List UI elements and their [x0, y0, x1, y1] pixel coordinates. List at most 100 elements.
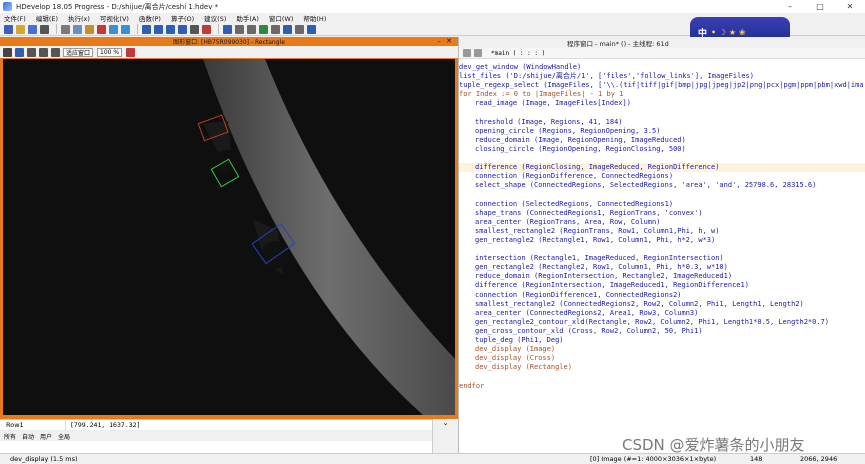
- close-icon[interactable]: ✕: [835, 0, 865, 13]
- app-icon: [3, 2, 12, 11]
- minimize-icon[interactable]: –: [434, 37, 444, 45]
- code-line[interactable]: intersection (Rectangle1, ImageReduced, …: [459, 254, 724, 263]
- histogram-icon[interactable]: [235, 24, 244, 34]
- code-line[interactable]: reduce_domain (Image, RegionOpening, Ima…: [459, 136, 686, 145]
- menu-file[interactable]: 文件(F): [4, 13, 26, 23]
- graphics-window-icon[interactable]: [223, 24, 232, 34]
- cut-icon[interactable]: [61, 24, 70, 34]
- status-count: 148: [750, 455, 763, 463]
- code-line[interactable]: closing_circle (RegionOpening, RegionClo…: [459, 145, 686, 154]
- code-line[interactable]: gen_cross_contour_xld (Cross, Row2, Colu…: [459, 327, 703, 336]
- code-line[interactable]: shape_trans (ConnectedRegions1, RegionTr…: [459, 209, 703, 218]
- tab-global[interactable]: 全局: [58, 432, 70, 441]
- stop-icon[interactable]: [190, 24, 199, 34]
- open-folder-icon[interactable]: [16, 24, 25, 34]
- chevron-down-icon[interactable]: ⌄: [443, 419, 449, 427]
- tab-auto[interactable]: 自动: [22, 432, 34, 441]
- code-line[interactable]: dev_get_window (WindowHandle): [459, 63, 581, 72]
- variable-scrollbar[interactable]: ⌄: [432, 419, 458, 453]
- save-icon[interactable]: [28, 24, 37, 34]
- code-line[interactable]: dev_display (Cross): [459, 354, 555, 363]
- procedure-icon[interactable]: [463, 49, 471, 57]
- new-file-icon[interactable]: [4, 24, 13, 34]
- menu-execute[interactable]: 执行(x): [68, 13, 90, 23]
- edit-interface-icon[interactable]: [474, 49, 482, 57]
- paste-icon[interactable]: [85, 24, 94, 34]
- menu-assistants[interactable]: 助手(A): [236, 13, 259, 23]
- code-line[interactable]: area_center (RegionTrans, Area, Row, Col…: [459, 218, 660, 227]
- procedure-tab[interactable]: *main ( : : : ): [491, 50, 545, 57]
- variable-window: Row1 [799.241, 1637.32] 所有 自动 用户 全局: [0, 419, 432, 453]
- undo-icon[interactable]: [109, 24, 118, 34]
- pointer-icon[interactable]: [15, 47, 24, 57]
- code-line[interactable]: tuple_deg (Phi1, Deg): [459, 336, 564, 345]
- ime-tools-icon: • ☽ ★ ❀: [711, 27, 746, 37]
- code-line[interactable]: difference (RegionIntersection, ImageRed…: [459, 281, 749, 290]
- code-line[interactable]: difference (RegionClosing, ImageReduced,…: [459, 163, 865, 173]
- assistant-icon[interactable]: [307, 24, 316, 34]
- code-line[interactable]: select_shape (ConnectedRegions, Selected…: [459, 181, 816, 190]
- menu-window[interactable]: 窗口(W): [269, 13, 294, 23]
- code-line[interactable]: threshold (Image, Regions, 41, 184): [459, 118, 623, 127]
- watermark: CSDN @爱炸薯条的小朋友: [622, 436, 805, 454]
- code-line[interactable]: dev_display (Rectangle): [459, 363, 572, 372]
- code-line[interactable]: read_image (Image, ImageFiles[Index]): [459, 99, 631, 108]
- code-line[interactable]: connection (RegionDifference1, Connected…: [459, 291, 682, 300]
- tab-all[interactable]: 所有: [4, 432, 16, 441]
- graphics-window-controls: – ✕: [434, 37, 454, 45]
- zoom-window-icon[interactable]: [271, 24, 280, 34]
- line-profile-icon[interactable]: [283, 24, 292, 34]
- code-line[interactable]: tuple_regexp_select (ImageFiles, ['\\.(t…: [459, 81, 865, 90]
- code-line[interactable]: dev_display (Image): [459, 345, 555, 354]
- step-into-icon[interactable]: [166, 24, 175, 34]
- menu-suggestions[interactable]: 建议(S): [204, 13, 226, 23]
- copy-icon[interactable]: [73, 24, 82, 34]
- zoom-icon[interactable]: [39, 47, 48, 57]
- delete-icon[interactable]: [97, 24, 106, 34]
- code-editor[interactable]: dev_get_window (WindowHandle) list_files …: [459, 59, 865, 453]
- maximize-icon[interactable]: □: [805, 0, 835, 13]
- step-out-icon[interactable]: [178, 24, 187, 34]
- reset-icon[interactable]: [202, 24, 211, 34]
- code-line[interactable]: gen_rectangle2_contour_xld(Rectangle, Ro…: [459, 318, 829, 327]
- code-line[interactable]: smallest_rectangle2 (RegionTrans, Row1, …: [459, 227, 719, 236]
- tab-user[interactable]: 用户: [40, 432, 52, 441]
- menu-help[interactable]: 帮助(H): [303, 13, 326, 23]
- code-line[interactable]: reduce_domain (RegionIntersection, Recta…: [459, 272, 732, 281]
- menu-procedures[interactable]: 函数(P): [139, 13, 161, 23]
- menu-visualization[interactable]: 可视化(V): [100, 13, 129, 23]
- clear-window-icon[interactable]: [3, 47, 12, 57]
- variable-row[interactable]: Row1 [799.241, 1637.32]: [0, 419, 432, 431]
- step-over-icon[interactable]: [154, 24, 163, 34]
- zoom-select[interactable]: 100 %: [97, 47, 123, 57]
- variable-value: [799.241, 1637.32]: [65, 419, 140, 431]
- magnifier-icon[interactable]: [51, 47, 60, 57]
- code-line[interactable]: area_center (ConnectedRegions2, Area1, R…: [459, 309, 698, 318]
- status-image-info: [0] Image (#=1: 4000×3036×1×byte): [590, 455, 717, 463]
- code-line[interactable]: gen_rectangle2 (Rectangle1, Row1, Column…: [459, 236, 715, 245]
- menu-operators[interactable]: 算子(O): [171, 13, 194, 23]
- print-icon[interactable]: [40, 24, 49, 34]
- variable-name: Row1: [6, 421, 24, 429]
- menu-edit[interactable]: 编辑(E): [36, 13, 58, 23]
- run-icon[interactable]: [142, 24, 151, 34]
- code-line[interactable]: connection (RegionDifference, ConnectedR…: [459, 172, 673, 181]
- inspect-icon[interactable]: [259, 24, 268, 34]
- code-line[interactable]: smallest_rectangle2 (ConnectedRegions2, …: [459, 300, 804, 309]
- feature-histogram-icon[interactable]: [247, 24, 256, 34]
- redo-icon[interactable]: [121, 24, 130, 34]
- code-line[interactable]: connection (SelectedRegions, ConnectedRe…: [459, 200, 673, 209]
- code-line[interactable]: gen_rectangle2 (Rectangle2, Row1, Column…: [459, 263, 728, 272]
- close-icon[interactable]: ✕: [444, 37, 454, 45]
- code-line[interactable]: opening_circle (Regions, RegionOpening, …: [459, 127, 660, 136]
- minimize-icon[interactable]: –: [775, 0, 805, 13]
- gray-histogram-icon[interactable]: [295, 24, 304, 34]
- image-canvas[interactable]: [3, 59, 455, 415]
- color-icon[interactable]: [126, 47, 136, 57]
- fit-window-select[interactable]: 适应窗口: [63, 47, 94, 57]
- move-icon[interactable]: [27, 47, 36, 57]
- code-line[interactable]: list_files ('D:/shijue/离合片/1', ['files',…: [459, 72, 754, 81]
- code-line[interactable]: endfor: [459, 382, 484, 391]
- code-line[interactable]: for Index := 0 to |ImageFiles| - 1 by 1: [459, 90, 623, 99]
- toolbar-divider: [56, 24, 57, 34]
